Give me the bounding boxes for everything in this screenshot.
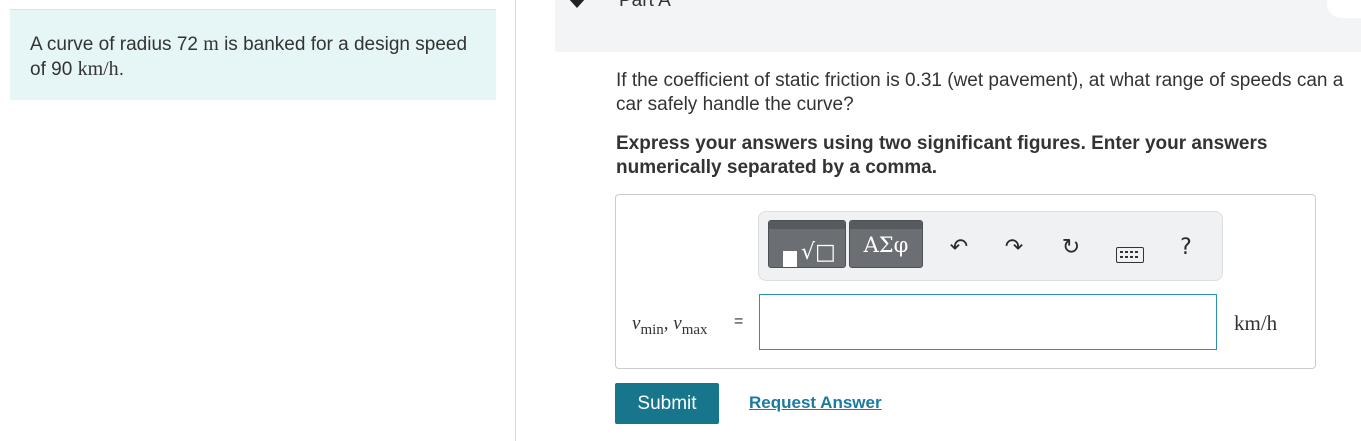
speed-unit: km/h (77, 58, 119, 80)
speed-value: 90 (51, 59, 73, 80)
answer-box: √□ ΑΣφ ↶ ↷ ↻ ? vmin, vmax = km/h (615, 194, 1316, 369)
symbols-label: ΑΣφ (863, 233, 909, 257)
column-divider (515, 0, 516, 441)
answer-variable-label: vmin, vmax (632, 313, 708, 339)
submit-button[interactable]: Submit (615, 383, 719, 424)
answer-input[interactable] (759, 294, 1217, 350)
radius-value: 72 (176, 34, 198, 55)
keyboard-icon[interactable] (1116, 247, 1144, 263)
radius-unit: m (203, 33, 219, 55)
var1-sub: min (640, 321, 664, 338)
var2: v (673, 313, 682, 334)
equals-sign: = (734, 313, 744, 330)
header-corner (1327, 0, 1361, 18)
symbols-button[interactable]: ΑΣφ (849, 220, 923, 268)
template-square-icon (783, 251, 797, 267)
problem-intro: A curve of radius 72 m is banked for a d… (10, 9, 496, 100)
intro-text-end: . (118, 59, 124, 80)
part-title: Part A (619, 0, 671, 11)
question-text: If the coefficient of static friction is… (616, 70, 1344, 115)
button-topbar (769, 221, 845, 229)
redo-icon[interactable]: ↷ (999, 234, 1029, 262)
collapse-caret-icon[interactable] (568, 0, 586, 8)
request-answer-link[interactable]: Request Answer (749, 393, 882, 413)
reset-icon[interactable]: ↻ (1056, 234, 1086, 262)
var2-sub: max (681, 321, 708, 338)
math-toolbar: √□ ΑΣφ ↶ ↷ ↻ ? (758, 211, 1223, 281)
answer-unit: km/h (1234, 311, 1278, 335)
help-icon[interactable]: ? (1171, 234, 1201, 262)
templates-button[interactable]: √□ (768, 220, 846, 268)
part-header[interactable]: Part A (555, 0, 1361, 52)
fraction-sqrt-icon: √□ (801, 240, 836, 265)
intro-text-1: A curve of radius (30, 34, 172, 55)
var-separator: , (663, 313, 669, 334)
instruction-text: Express your answers using two significa… (616, 133, 1268, 178)
button-topbar (850, 221, 922, 229)
undo-icon[interactable]: ↶ (944, 234, 974, 262)
